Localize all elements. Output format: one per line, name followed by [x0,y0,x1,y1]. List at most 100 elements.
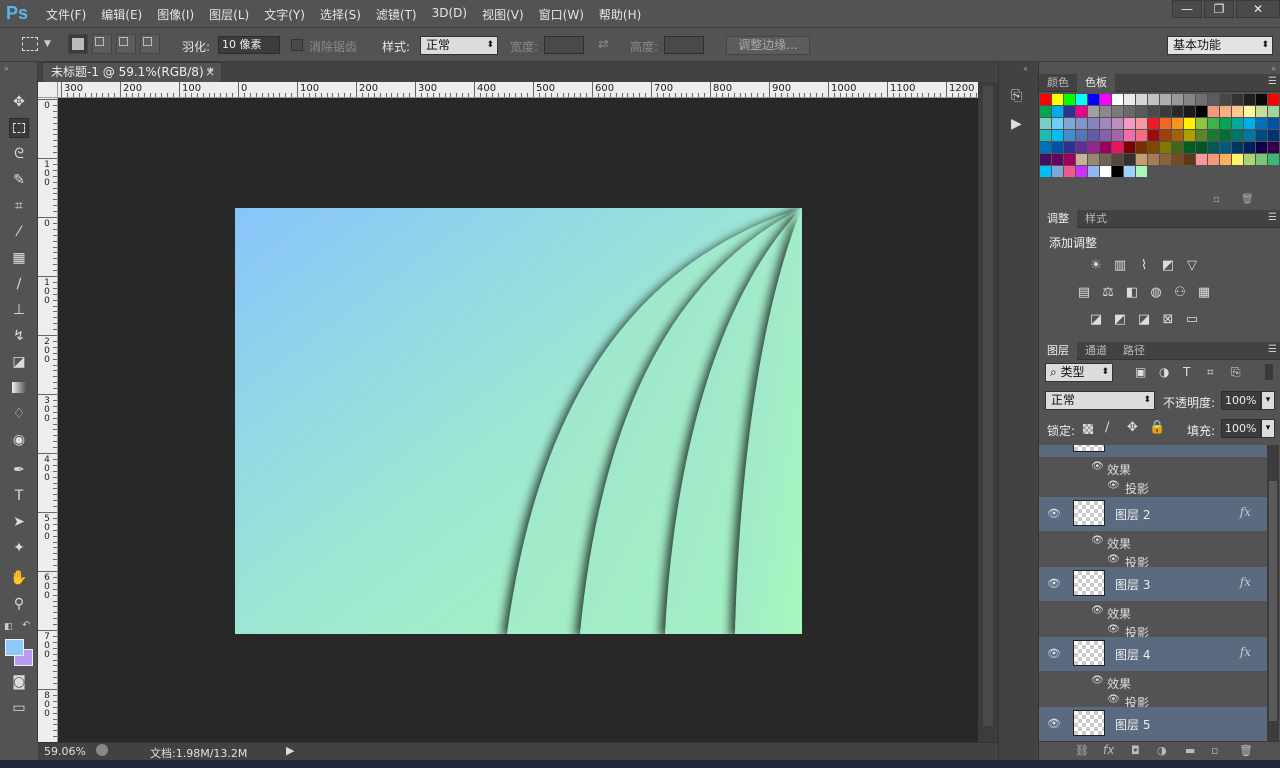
color-swatch[interactable] [1208,118,1219,129]
color-swatch[interactable] [1208,94,1219,105]
new-layer-icon[interactable]: ▫ [1211,744,1218,757]
eye-icon[interactable]: 👁 [1047,577,1061,590]
color-swatch[interactable] [1244,154,1255,165]
menu-3d[interactable]: 3D(D) [432,6,474,23]
menu-type[interactable]: 文字(Y) [264,6,312,23]
eye-icon[interactable]: 👁 [1091,461,1104,472]
color-balance-icon[interactable]: ⚖ [1099,285,1117,301]
layer-row[interactable]: 👁 图层 5 [1039,707,1267,741]
color-swatch[interactable] [1088,106,1099,117]
color-swatch[interactable] [1088,118,1099,129]
color-swatch[interactable] [1196,142,1207,153]
eye-icon[interactable]: 👁 [1047,647,1061,660]
photo-filter-icon[interactable]: ◍ [1147,285,1165,301]
minimize-button[interactable]: — [1172,0,1202,18]
color-swatch[interactable] [1172,130,1183,141]
color-swatch[interactable] [1052,106,1063,117]
color-swatch[interactable] [1184,118,1195,129]
layer-effects-row[interactable]: 👁 效果 [1039,533,1267,551]
color-swatch[interactable] [1064,118,1075,129]
vertical-scrollbar[interactable] [978,82,998,742]
color-swatch[interactable] [1244,142,1255,153]
color-swatch[interactable] [1220,142,1231,153]
color-swatch[interactable] [1184,154,1195,165]
tab-styles[interactable]: 样式 [1077,210,1115,228]
color-swatch[interactable] [1064,142,1075,153]
color-swatch[interactable] [1088,166,1099,177]
menu-help[interactable]: 帮助(H) [599,6,648,23]
color-swatch[interactable] [1244,118,1255,129]
quick-mask-icon[interactable]: ◙ [9,672,29,692]
color-swatch[interactable] [1112,154,1123,165]
pen-tool-icon[interactable]: ✒ [9,460,29,480]
color-swatch[interactable] [1244,94,1255,105]
color-swatch[interactable] [1196,118,1207,129]
color-swatch[interactable] [1148,154,1159,165]
color-swatch[interactable] [1076,106,1087,117]
color-swatch[interactable] [1076,154,1087,165]
color-swatch[interactable] [1256,130,1267,141]
color-swatch[interactable] [1232,154,1243,165]
color-swatch[interactable] [1136,154,1147,165]
layer-row[interactable]: 👁 [1039,445,1267,457]
color-swatch[interactable] [1040,106,1051,117]
chevron-down-icon[interactable]: ▼ [44,39,51,49]
foreground-color-swatch[interactable] [5,639,24,656]
lasso-tool-icon[interactable]: ᘓ [9,144,29,164]
menu-file[interactable]: 文件(F) [46,6,93,23]
color-swatch[interactable] [1040,130,1051,141]
quick-select-tool-icon[interactable]: ✎ [9,170,29,190]
filter-type-icon[interactable]: T [1183,365,1190,379]
vibrance-icon[interactable]: ▽ [1183,258,1201,274]
color-swatch[interactable] [1256,142,1267,153]
color-swatch[interactable] [1100,142,1111,153]
trash-icon[interactable]: 🗑 [1239,744,1253,757]
color-swatch[interactable] [1160,118,1171,129]
filter-toggle[interactable] [1265,364,1273,380]
eye-icon[interactable]: 👁 [1107,624,1120,635]
color-swatch[interactable] [1100,118,1111,129]
color-swatch[interactable] [1136,118,1147,129]
color-swatch[interactable] [1208,154,1219,165]
brush-tool-icon[interactable]: ∕ [9,274,29,294]
color-swatch[interactable] [1172,142,1183,153]
eye-icon[interactable]: 👁 [1091,535,1104,546]
color-swatch[interactable] [1040,154,1051,165]
color-swatch[interactable] [1232,118,1243,129]
tab-adjustments[interactable]: 调整 [1039,210,1077,228]
color-swatch[interactable] [1112,166,1123,177]
feather-input[interactable]: 10 像素 [218,36,280,54]
color-swatch[interactable] [1160,154,1171,165]
color-swatch[interactable] [1112,142,1123,153]
zoom-tool-icon[interactable]: ⚲ [9,594,29,614]
color-swatch[interactable] [1208,106,1219,117]
color-swatch[interactable] [1196,94,1207,105]
color-swatch[interactable] [1052,166,1063,177]
move-tool-icon[interactable]: ✥ [9,92,29,112]
hand-tool-icon[interactable]: ✋ [9,568,29,588]
collapse-icon[interactable]: » [1271,64,1276,73]
color-swatch[interactable] [1148,94,1159,105]
filter-pixel-icon[interactable]: ▣ [1135,365,1146,379]
mask-icon[interactable]: ◘ [1131,744,1140,757]
lock-all-icon[interactable]: 🔒 [1149,420,1165,435]
eye-icon[interactable]: 👁 [1047,717,1061,730]
status-options-icon[interactable] [96,744,108,756]
layer-row[interactable]: 👁 图层 2 fx [1039,497,1267,531]
eyedropper-tool-icon[interactable]: ⁄ [9,222,29,242]
chevron-down-icon[interactable]: ▾ [1261,391,1275,410]
trash-icon[interactable]: 🗑 [1241,194,1254,205]
color-swatch[interactable] [1112,118,1123,129]
layer-effects-row[interactable]: 👁 效果 [1039,603,1267,621]
color-swatch[interactable] [1052,130,1063,141]
brightness-icon[interactable]: ☀ [1087,258,1105,274]
color-swatch[interactable] [1160,94,1171,105]
color-swatch[interactable] [1088,142,1099,153]
color-swatch[interactable] [1232,142,1243,153]
fill-input[interactable]: 100% [1221,419,1261,438]
color-swatch[interactable] [1160,106,1171,117]
color-swatch[interactable] [1148,106,1159,117]
stamp-tool-icon[interactable]: ⊥ [9,300,29,320]
default-colors-icon[interactable]: ◧ [4,622,13,632]
status-menu-arrow-icon[interactable]: ▶ [286,744,294,757]
